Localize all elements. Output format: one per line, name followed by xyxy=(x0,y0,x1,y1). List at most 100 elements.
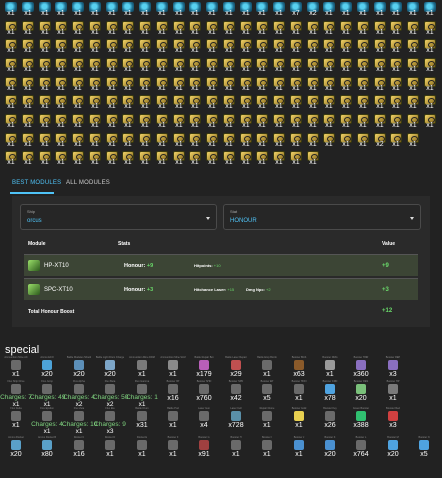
inventory-item[interactable]: x1 xyxy=(254,58,270,74)
inventory-item[interactable]: x1 xyxy=(187,95,203,111)
inventory-item[interactable]: x1 xyxy=(154,151,170,167)
special-item[interactable]: Booster XP x16 xyxy=(160,380,186,406)
inventory-item[interactable]: x1 xyxy=(338,133,354,149)
inventory-item[interactable]: x1 xyxy=(104,133,120,149)
inventory-item[interactable]: x1 xyxy=(238,151,254,167)
inventory-item[interactable]: x1 xyxy=(120,151,136,167)
inventory-item[interactable]: x1 xyxy=(405,21,421,37)
inventory-item[interactable]: x2 xyxy=(372,133,388,149)
inventory-item[interactable]: x1 xyxy=(70,133,86,149)
special-item[interactable]: Rocket E x1 xyxy=(129,436,155,462)
inventory-item[interactable]: x1 xyxy=(288,77,304,93)
inventory-item[interactable]: x1 xyxy=(305,58,321,74)
inventory-item[interactable]: x1 xyxy=(355,58,371,74)
inventory-item[interactable]: x1 xyxy=(120,133,136,149)
inventory-item[interactable]: x1 xyxy=(120,114,136,130)
inventory-item[interactable]: x1 xyxy=(422,77,438,93)
inventory-item[interactable]: x1 xyxy=(338,21,354,37)
inventory-item[interactable]: x1 xyxy=(288,39,304,55)
inventory-item[interactable]: x1 xyxy=(120,95,136,111)
inventory-item[interactable]: x1 xyxy=(70,95,86,111)
inventory-item[interactable]: x1 xyxy=(171,2,187,18)
inventory-item[interactable]: x1 xyxy=(372,21,388,37)
inventory-item[interactable]: x1 xyxy=(104,39,120,55)
inventory-item[interactable]: x1 xyxy=(187,151,203,167)
inventory-item[interactable]: x1 xyxy=(271,151,287,167)
inventory-item[interactable]: x1 xyxy=(238,21,254,37)
special-item[interactable]: Flux Gamma Charges: 1 x1 xyxy=(126,380,158,408)
inventory-item[interactable]: x1 xyxy=(288,21,304,37)
inventory-item[interactable]: x1 xyxy=(338,58,354,74)
special-item[interactable]: Booster SHD x760 xyxy=(191,380,217,406)
inventory-item[interactable]: x1 xyxy=(254,77,270,93)
special-item[interactable]: Booster HON x1 xyxy=(286,380,312,406)
inventory-item[interactable]: x1 xyxy=(20,77,36,93)
special-item[interactable]: Flux Zeta Charges: 10 x1 xyxy=(62,407,97,435)
special-item[interactable]: Booster K x20 xyxy=(317,436,343,462)
inventory-item[interactable]: x1 xyxy=(3,2,19,18)
inventory-item[interactable]: x1 xyxy=(221,133,237,149)
inventory-item[interactable]: x1 xyxy=(137,114,153,130)
inventory-item[interactable]: x1 xyxy=(238,114,254,130)
special-item[interactable]: Rocket D x1 xyxy=(97,436,123,462)
inventory-item[interactable]: x1 xyxy=(405,114,421,130)
inventory-item[interactable]: x2 xyxy=(305,2,321,18)
inventory-item[interactable]: x1 xyxy=(70,114,86,130)
special-item[interactable]: Battle Emp Bomb x1 xyxy=(254,356,280,382)
special-item[interactable]: Laser Gun x4 xyxy=(191,407,217,433)
inventory-item[interactable]: x1 xyxy=(355,77,371,93)
inventory-item[interactable]: x1 xyxy=(104,114,120,130)
inventory-item[interactable]: x1 xyxy=(187,2,203,18)
inventory-item[interactable]: x1 xyxy=(321,21,337,37)
inventory-item[interactable]: x1 xyxy=(321,58,337,74)
inventory-item[interactable]: x1 xyxy=(254,133,270,149)
inventory-item[interactable]: x1 xyxy=(187,133,203,149)
inventory-item[interactable]: x1 xyxy=(254,95,270,111)
inventory-item[interactable]: x1 xyxy=(187,39,203,55)
inventory-item[interactable]: x1 xyxy=(20,21,36,37)
inventory-item[interactable]: x1 xyxy=(321,133,337,149)
inventory-item[interactable]: x1 xyxy=(37,39,53,55)
inventory-item[interactable]: x1 xyxy=(120,58,136,74)
inventory-item[interactable]: x1 xyxy=(3,151,19,167)
inventory-item[interactable]: x1 xyxy=(238,2,254,18)
inventory-item[interactable]: x1 xyxy=(154,39,170,55)
inventory-item[interactable]: x1 xyxy=(70,2,86,18)
special-item[interactable]: Battle Pod x1 xyxy=(160,407,186,433)
inventory-item[interactable]: x1 xyxy=(321,95,337,111)
inventory-item[interactable]: x1 xyxy=(372,114,388,130)
inventory-item[interactable]: x1 xyxy=(238,39,254,55)
inventory-item[interactable]: x1 xyxy=(53,58,69,74)
stat-select[interactable]: Stat HONOUR xyxy=(223,204,421,230)
special-item[interactable]: Booster HNR x360 xyxy=(348,356,374,382)
inventory-item[interactable]: x1 xyxy=(221,2,237,18)
inventory-item[interactable]: x1 xyxy=(104,2,120,18)
inventory-item[interactable]: x1 xyxy=(355,114,371,130)
inventory-item[interactable]: x1 xyxy=(221,114,237,130)
inventory-item[interactable]: x1 xyxy=(3,95,19,111)
inventory-item[interactable]: x1 xyxy=(154,21,170,37)
inventory-item[interactable]: x1 xyxy=(37,95,53,111)
inventory-item[interactable]: x1 xyxy=(355,39,371,55)
inventory-item[interactable]: x1 xyxy=(120,77,136,93)
inventory-item[interactable]: x1 xyxy=(221,58,237,74)
special-item[interactable]: Booster HP x1 xyxy=(380,380,406,406)
special-item[interactable]: Rocket C x16 xyxy=(66,436,92,462)
special-item[interactable]: Booster REP x3 xyxy=(380,356,406,382)
inventory-item[interactable]: x1 xyxy=(204,39,220,55)
special-item[interactable]: Booster EP x5 xyxy=(254,380,280,406)
inventory-item[interactable]: x1 xyxy=(87,21,103,37)
inventory-item[interactable]: x1 xyxy=(154,95,170,111)
special-item[interactable]: Battle Repair Bot x179 xyxy=(191,356,217,382)
inventory-item[interactable]: x1 xyxy=(20,114,36,130)
inventory-item[interactable]: x1 xyxy=(70,39,86,55)
inventory-item[interactable]: x1 xyxy=(137,151,153,167)
inventory-item[interactable]: x1 xyxy=(388,95,404,111)
inventory-item[interactable]: x1 xyxy=(3,58,19,74)
inventory-item[interactable]: x1 xyxy=(204,151,220,167)
inventory-item[interactable]: x1 xyxy=(388,21,404,37)
special-item[interactable]: Booster Key x26 xyxy=(317,407,343,433)
inventory-item[interactable]: x1 xyxy=(254,114,270,130)
inventory-item[interactable]: x1 xyxy=(53,95,69,111)
inventory-item[interactable]: x1 xyxy=(171,95,187,111)
